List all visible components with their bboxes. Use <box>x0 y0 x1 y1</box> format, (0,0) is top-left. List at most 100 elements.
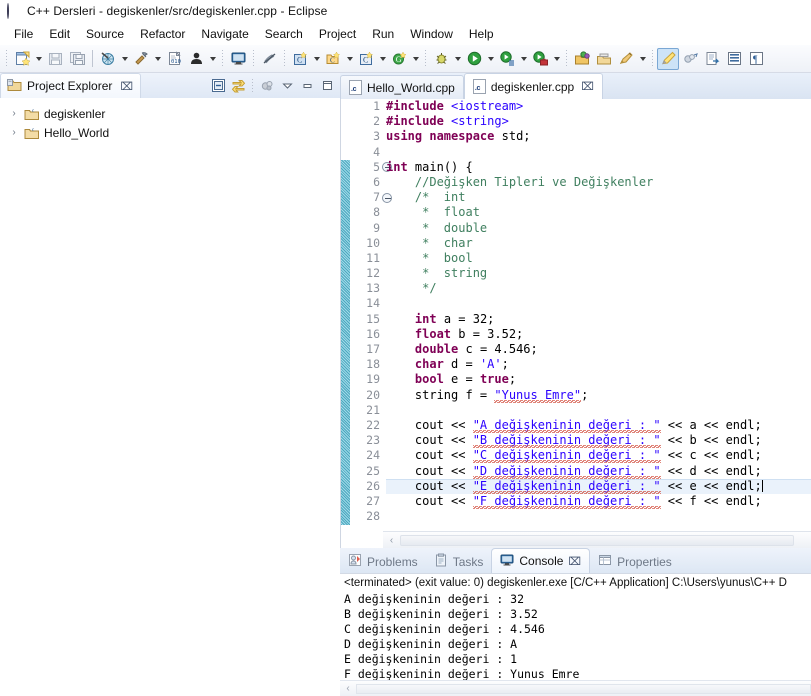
new-file-button[interactable] <box>11 48 33 70</box>
toggle-mark-occurrences-button[interactable] <box>657 48 679 70</box>
code-line[interactable] <box>386 509 811 524</box>
tab-hello-world-cpp[interactable]: .c Hello_World.cpp <box>340 75 464 99</box>
link-editor-button[interactable] <box>229 77 247 95</box>
menu-project[interactable]: Project <box>311 25 364 43</box>
close-icon[interactable]: ⌧ <box>568 555 581 568</box>
scroll-left-arrow-icon[interactable]: ‹ <box>340 683 356 694</box>
tab-tasks[interactable]: Tasks <box>426 550 492 573</box>
code-line[interactable]: float b = 3.52; <box>386 327 811 342</box>
code-line[interactable]: * char <box>386 236 811 251</box>
build-button[interactable] <box>130 48 152 70</box>
tab-degiskenler-cpp[interactable]: .c degiskenler.cpp ⌧ <box>464 73 603 99</box>
new-project-dropdown-arrow[interactable] <box>377 48 388 70</box>
minimize-icon[interactable] <box>298 77 316 95</box>
scroll-thumb[interactable] <box>356 684 811 694</box>
chevron-down-icon[interactable] <box>278 77 296 95</box>
new-file-dropdown-arrow[interactable] <box>33 48 44 70</box>
open-folder-green-button[interactable] <box>571 48 593 70</box>
code-line[interactable]: /* int <box>386 190 811 205</box>
code-editor[interactable]: 1234567891011121314151617181920212223242… <box>340 99 811 548</box>
code-line[interactable]: //Değişken Tipleri ve Değişkenler <box>386 175 811 190</box>
code-line[interactable] <box>386 403 811 418</box>
open-terminal-button[interactable] <box>227 48 249 70</box>
run-toolbox-dropdown-arrow[interactable] <box>551 48 562 70</box>
expander-icon[interactable]: › <box>8 109 20 119</box>
code-line[interactable]: cout << "B değişkeninin değeri : " << b … <box>386 433 811 448</box>
code-line[interactable]: cout << "D değişkeninin değeri : " << d … <box>386 464 811 479</box>
code-line[interactable]: cout << "E değişkeninin değeri : " << e … <box>386 479 811 494</box>
code-line[interactable]: #include <iostream> <box>386 99 811 114</box>
run-button[interactable] <box>463 48 485 70</box>
menu-run[interactable]: Run <box>364 25 402 43</box>
code-line[interactable]: double c = 4.546; <box>386 342 811 357</box>
maximize-icon[interactable] <box>318 77 336 95</box>
menu-window[interactable]: Window <box>402 25 461 43</box>
code-line[interactable]: bool e = true; <box>386 372 811 387</box>
menu-refactor[interactable]: Refactor <box>132 25 193 43</box>
scroll-thumb[interactable] <box>400 535 794 546</box>
code-text[interactable]: #include <iostream>#include <string>usin… <box>383 99 811 531</box>
new-folder-dropdown-arrow[interactable] <box>344 48 355 70</box>
run-toolbox-button[interactable] <box>529 48 551 70</box>
new-g-dropdown-arrow[interactable] <box>410 48 421 70</box>
code-line[interactable]: */ <box>386 281 811 296</box>
collapse-all-button[interactable] <box>209 77 227 95</box>
code-line[interactable] <box>386 145 811 160</box>
menu-file[interactable]: File <box>6 25 41 43</box>
show-lines-button[interactable] <box>723 48 745 70</box>
tab-console[interactable]: Console ⌧ <box>491 548 590 573</box>
run-config-button[interactable] <box>496 48 518 70</box>
close-icon[interactable]: ⌧ <box>120 80 133 93</box>
build-all-dropdown-arrow[interactable] <box>119 48 130 70</box>
code-line[interactable]: cout << "A değişkeninin değeri : " << a … <box>386 418 811 433</box>
code-line[interactable]: * bool <box>386 251 811 266</box>
new-class-c-button[interactable]: C <box>289 48 311 70</box>
scroll-left-arrow-icon[interactable]: ‹ <box>383 535 400 546</box>
tree-item-hello-world[interactable]: › c Hello_World <box>0 123 340 142</box>
new-class-dropdown-arrow[interactable] <box>311 48 322 70</box>
menu-edit[interactable]: Edit <box>41 25 78 43</box>
pen-marker-dropdown-arrow[interactable] <box>637 48 648 70</box>
new-folder-c-button[interactable]: C <box>322 48 344 70</box>
code-line[interactable]: * string <box>386 266 811 281</box>
tab-project-explorer[interactable]: Project Explorer ⌧ <box>0 73 141 98</box>
binary-file-button[interactable]: 010 <box>163 48 185 70</box>
next-edit-button[interactable] <box>701 48 723 70</box>
code-line[interactable]: string f = "Yunus Emre"; <box>386 388 811 403</box>
tab-problems[interactable]: Problems <box>340 550 426 573</box>
code-line[interactable]: int main() { <box>386 160 811 175</box>
build-dropdown-arrow[interactable] <box>152 48 163 70</box>
console-output[interactable]: A değişkeninin değeri : 32B değişkeninin… <box>340 591 811 680</box>
code-line[interactable]: cout << "F değişkeninin değeri : " << f … <box>386 494 811 509</box>
console-horizontal-scrollbar[interactable]: ‹ <box>340 680 811 696</box>
menu-help[interactable]: Help <box>461 25 502 43</box>
person-button[interactable] <box>185 48 207 70</box>
open-folder-grey-button[interactable] <box>593 48 615 70</box>
code-line[interactable]: #include <string> <box>386 114 811 129</box>
code-line[interactable]: using namespace std; <box>386 129 811 144</box>
new-g-button[interactable]: G <box>388 48 410 70</box>
menu-source[interactable]: Source <box>78 25 132 43</box>
editor-horizontal-scrollbar[interactable]: ‹ <box>383 531 811 548</box>
run-dropdown-arrow[interactable] <box>485 48 496 70</box>
code-editor-viewport[interactable]: 1234567891011121314151617181920212223242… <box>341 99 811 531</box>
tree-item-degiskenler[interactable]: › c degiskenler <box>0 104 340 123</box>
menu-search[interactable]: Search <box>257 25 311 43</box>
code-line[interactable]: int a = 32; <box>386 312 811 327</box>
new-project-c-button[interactable]: C <box>355 48 377 70</box>
pen-marker-button[interactable] <box>615 48 637 70</box>
build-all-button[interactable] <box>97 48 119 70</box>
focus-task-button[interactable] <box>258 77 276 95</box>
code-line[interactable]: * float <box>386 205 811 220</box>
run-config-dropdown-arrow[interactable] <box>518 48 529 70</box>
close-icon[interactable]: ⌧ <box>581 80 594 93</box>
debug-dropdown-arrow[interactable] <box>452 48 463 70</box>
tab-properties[interactable]: Properties <box>590 550 680 573</box>
annotation-nav-button[interactable] <box>679 48 701 70</box>
debug-button[interactable] <box>430 48 452 70</box>
expander-icon[interactable]: › <box>8 128 20 138</box>
code-line[interactable] <box>386 296 811 311</box>
person-dropdown-arrow[interactable] <box>207 48 218 70</box>
save-all-button[interactable] <box>66 48 88 70</box>
code-line[interactable]: * double <box>386 221 811 236</box>
